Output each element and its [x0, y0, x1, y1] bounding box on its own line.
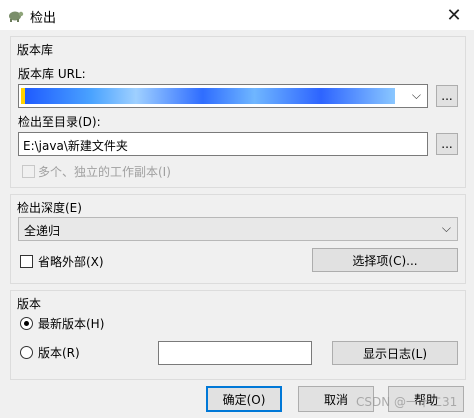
revision-group-title: 版本: [17, 297, 42, 311]
checkout-dir-label: 检出至目录(D):: [18, 115, 101, 129]
specific-revision-radio[interactable]: [20, 346, 33, 359]
depth-select[interactable]: 全递归 ⌵: [18, 217, 458, 241]
checkout-dir-browse-button[interactable]: ...: [436, 133, 458, 155]
multiple-independent-label: 多个、独立的工作副本(I): [38, 165, 171, 179]
repository-url-label: 版本库 URL:: [18, 67, 86, 81]
close-button[interactable]: ✕: [434, 0, 474, 30]
tortoise-icon: [9, 11, 24, 22]
window-title: 检出: [30, 11, 57, 26]
specific-revision-label: 版本(R): [38, 346, 80, 360]
chevron-down-icon[interactable]: ⌵: [442, 221, 451, 236]
ok-button[interactable]: 确定(O): [206, 386, 282, 412]
head-revision-radio[interactable]: [20, 317, 33, 330]
repository-group-title: 版本库: [17, 43, 54, 57]
revision-input[interactable]: [158, 341, 312, 365]
omit-externals-label: 省略外部(X): [38, 255, 104, 269]
omit-externals-checkbox[interactable]: [20, 255, 33, 268]
show-log-button[interactable]: 显示日志(L): [332, 341, 458, 365]
title-bar: 检出 ✕: [0, 0, 474, 30]
depth-group-title: 检出深度(E): [17, 201, 82, 215]
repository-url-combo[interactable]: ⌵: [18, 84, 428, 108]
chevron-down-icon[interactable]: ⌵: [412, 88, 421, 103]
watermark: CSDN @一十二31: [356, 395, 458, 409]
checkout-dir-input[interactable]: E:\java\新建文件夹: [18, 132, 428, 156]
depth-selected-value: 全递归: [24, 224, 61, 238]
revision-group: 版本: [10, 290, 466, 380]
repository-browse-button[interactable]: ...: [436, 85, 458, 107]
options-button[interactable]: 选择项(C)...: [312, 248, 458, 272]
multiple-independent-checkbox[interactable]: [22, 165, 35, 178]
url-value-redacted: [25, 88, 395, 104]
head-revision-label: 最新版本(H): [38, 317, 105, 331]
close-icon: ✕: [446, 4, 462, 26]
checkout-dir-value: E:\java\新建文件夹: [23, 139, 128, 153]
